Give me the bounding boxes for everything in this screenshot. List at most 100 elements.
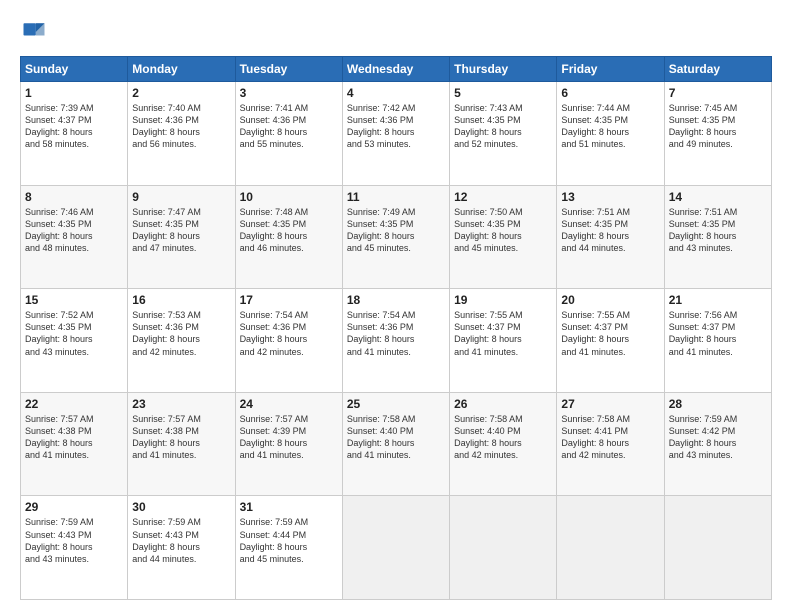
weekday-header-friday: Friday xyxy=(557,57,664,82)
day-info: Sunrise: 7:46 AM Sunset: 4:35 PM Dayligh… xyxy=(25,206,123,255)
day-cell: 30 Sunrise: 7:59 AM Sunset: 4:43 PM Dayli… xyxy=(128,496,235,600)
day-cell: 19 Sunrise: 7:55 AM Sunset: 4:37 PM Dayli… xyxy=(450,289,557,393)
day-info: Sunrise: 7:55 AM Sunset: 4:37 PM Dayligh… xyxy=(454,309,552,358)
day-info: Sunrise: 7:48 AM Sunset: 4:35 PM Dayligh… xyxy=(240,206,338,255)
day-cell: 5Sunrise: 7:43 AM Sunset: 4:35 PM Daylig… xyxy=(450,82,557,186)
day-cell: 18 Sunrise: 7:54 AM Sunset: 4:36 PM Dayli… xyxy=(342,289,449,393)
day-number: 18 xyxy=(347,293,445,307)
day-info: Sunrise: 7:54 AM Sunset: 4:36 PM Dayligh… xyxy=(240,309,338,358)
day-cell: 27 Sunrise: 7:58 AM Sunset: 4:41 PM Dayli… xyxy=(557,392,664,496)
day-cell: 11Sunrise: 7:49 AM Sunset: 4:35 PM Dayli… xyxy=(342,185,449,289)
day-number: 6 xyxy=(561,86,659,100)
day-number: 28 xyxy=(669,397,767,411)
day-info: Sunrise: 7:52 AM Sunset: 4:35 PM Dayligh… xyxy=(25,309,123,358)
weekday-row: SundayMondayTuesdayWednesdayThursdayFrid… xyxy=(21,57,772,82)
day-info: Sunrise: 7:42 AM Sunset: 4:36 PM Dayligh… xyxy=(347,102,445,151)
weekday-header-wednesday: Wednesday xyxy=(342,57,449,82)
day-info: Sunrise: 7:43 AM Sunset: 4:35 PM Dayligh… xyxy=(454,102,552,151)
week-row-0: 1Sunrise: 7:39 AM Sunset: 4:37 PM Daylig… xyxy=(21,82,772,186)
day-number: 25 xyxy=(347,397,445,411)
day-cell: 28 Sunrise: 7:59 AM Sunset: 4:42 PM Dayli… xyxy=(664,392,771,496)
day-info: Sunrise: 7:58 AM Sunset: 4:40 PM Dayligh… xyxy=(454,413,552,462)
day-cell: 21 Sunrise: 7:56 AM Sunset: 4:37 PM Dayli… xyxy=(664,289,771,393)
day-number: 22 xyxy=(25,397,123,411)
day-cell: 31 Sunrise: 7:59 AM Sunset: 4:44 PM Dayli… xyxy=(235,496,342,600)
day-info: Sunrise: 7:49 AM Sunset: 4:35 PM Dayligh… xyxy=(347,206,445,255)
day-cell xyxy=(557,496,664,600)
day-number: 16 xyxy=(132,293,230,307)
day-info: Sunrise: 7:59 AM Sunset: 4:43 PM Dayligh… xyxy=(25,516,123,565)
week-row-2: 15 Sunrise: 7:52 AM Sunset: 4:35 PM Dayli… xyxy=(21,289,772,393)
day-info: Sunrise: 7:59 AM Sunset: 4:44 PM Dayligh… xyxy=(240,516,338,565)
day-cell: 14 Sunrise: 7:51 AM Sunset: 4:35 PM Dayli… xyxy=(664,185,771,289)
day-cell xyxy=(664,496,771,600)
day-info: Sunrise: 7:59 AM Sunset: 4:42 PM Dayligh… xyxy=(669,413,767,462)
weekday-header-monday: Monday xyxy=(128,57,235,82)
day-cell: 16 Sunrise: 7:53 AM Sunset: 4:36 PM Dayli… xyxy=(128,289,235,393)
day-cell: 13 Sunrise: 7:51 AM Sunset: 4:35 PM Dayli… xyxy=(557,185,664,289)
calendar-table: SundayMondayTuesdayWednesdayThursdayFrid… xyxy=(20,56,772,600)
day-cell xyxy=(342,496,449,600)
day-number: 23 xyxy=(132,397,230,411)
day-cell: 2Sunrise: 7:40 AM Sunset: 4:36 PM Daylig… xyxy=(128,82,235,186)
day-cell: 24Sunrise: 7:57 AM Sunset: 4:39 PM Dayli… xyxy=(235,392,342,496)
day-number: 19 xyxy=(454,293,552,307)
week-row-4: 29Sunrise: 7:59 AM Sunset: 4:43 PM Dayli… xyxy=(21,496,772,600)
day-cell: 4Sunrise: 7:42 AM Sunset: 4:36 PM Daylig… xyxy=(342,82,449,186)
day-info: Sunrise: 7:53 AM Sunset: 4:36 PM Dayligh… xyxy=(132,309,230,358)
day-info: Sunrise: 7:54 AM Sunset: 4:36 PM Dayligh… xyxy=(347,309,445,358)
day-number: 10 xyxy=(240,190,338,204)
logo xyxy=(20,18,52,46)
calendar-header: SundayMondayTuesdayWednesdayThursdayFrid… xyxy=(21,57,772,82)
weekday-header-saturday: Saturday xyxy=(664,57,771,82)
day-info: Sunrise: 7:58 AM Sunset: 4:41 PM Dayligh… xyxy=(561,413,659,462)
day-number: 9 xyxy=(132,190,230,204)
day-cell: 3 Sunrise: 7:41 AM Sunset: 4:36 PM Daylig… xyxy=(235,82,342,186)
day-number: 27 xyxy=(561,397,659,411)
day-number: 26 xyxy=(454,397,552,411)
week-row-1: 8 Sunrise: 7:46 AM Sunset: 4:35 PM Daylig… xyxy=(21,185,772,289)
day-number: 21 xyxy=(669,293,767,307)
weekday-header-tuesday: Tuesday xyxy=(235,57,342,82)
day-cell: 29Sunrise: 7:59 AM Sunset: 4:43 PM Dayli… xyxy=(21,496,128,600)
day-info: Sunrise: 7:50 AM Sunset: 4:35 PM Dayligh… xyxy=(454,206,552,255)
day-info: Sunrise: 7:44 AM Sunset: 4:35 PM Dayligh… xyxy=(561,102,659,151)
day-info: Sunrise: 7:58 AM Sunset: 4:40 PM Dayligh… xyxy=(347,413,445,462)
day-number: 31 xyxy=(240,500,338,514)
page: SundayMondayTuesdayWednesdayThursdayFrid… xyxy=(0,0,792,612)
day-info: Sunrise: 7:59 AM Sunset: 4:43 PM Dayligh… xyxy=(132,516,230,565)
day-cell: 7 Sunrise: 7:45 AM Sunset: 4:35 PM Daylig… xyxy=(664,82,771,186)
logo-icon xyxy=(20,18,48,46)
day-cell: 17 Sunrise: 7:54 AM Sunset: 4:36 PM Dayli… xyxy=(235,289,342,393)
day-number: 7 xyxy=(669,86,767,100)
day-number: 15 xyxy=(25,293,123,307)
day-number: 3 xyxy=(240,86,338,100)
day-cell xyxy=(450,496,557,600)
day-number: 14 xyxy=(669,190,767,204)
day-info: Sunrise: 7:45 AM Sunset: 4:35 PM Dayligh… xyxy=(669,102,767,151)
day-number: 30 xyxy=(132,500,230,514)
day-cell: 8 Sunrise: 7:46 AM Sunset: 4:35 PM Daylig… xyxy=(21,185,128,289)
day-cell: 23 Sunrise: 7:57 AM Sunset: 4:38 PM Dayli… xyxy=(128,392,235,496)
day-info: Sunrise: 7:56 AM Sunset: 4:37 PM Dayligh… xyxy=(669,309,767,358)
day-cell: 10 Sunrise: 7:48 AM Sunset: 4:35 PM Dayli… xyxy=(235,185,342,289)
day-cell: 9Sunrise: 7:47 AM Sunset: 4:35 PM Daylig… xyxy=(128,185,235,289)
header xyxy=(20,18,772,46)
day-info: Sunrise: 7:51 AM Sunset: 4:35 PM Dayligh… xyxy=(669,206,767,255)
day-number: 17 xyxy=(240,293,338,307)
day-cell: 25 Sunrise: 7:58 AM Sunset: 4:40 PM Dayli… xyxy=(342,392,449,496)
weekday-header-thursday: Thursday xyxy=(450,57,557,82)
day-number: 13 xyxy=(561,190,659,204)
day-number: 12 xyxy=(454,190,552,204)
day-info: Sunrise: 7:57 AM Sunset: 4:38 PM Dayligh… xyxy=(132,413,230,462)
day-cell: 1Sunrise: 7:39 AM Sunset: 4:37 PM Daylig… xyxy=(21,82,128,186)
day-number: 8 xyxy=(25,190,123,204)
day-cell: 26 Sunrise: 7:58 AM Sunset: 4:40 PM Dayli… xyxy=(450,392,557,496)
day-info: Sunrise: 7:51 AM Sunset: 4:35 PM Dayligh… xyxy=(561,206,659,255)
day-info: Sunrise: 7:41 AM Sunset: 4:36 PM Dayligh… xyxy=(240,102,338,151)
week-row-3: 22 Sunrise: 7:57 AM Sunset: 4:38 PM Dayli… xyxy=(21,392,772,496)
day-cell: 15 Sunrise: 7:52 AM Sunset: 4:35 PM Dayli… xyxy=(21,289,128,393)
day-info: Sunrise: 7:39 AM Sunset: 4:37 PM Dayligh… xyxy=(25,102,123,151)
weekday-header-sunday: Sunday xyxy=(21,57,128,82)
day-info: Sunrise: 7:40 AM Sunset: 4:36 PM Dayligh… xyxy=(132,102,230,151)
